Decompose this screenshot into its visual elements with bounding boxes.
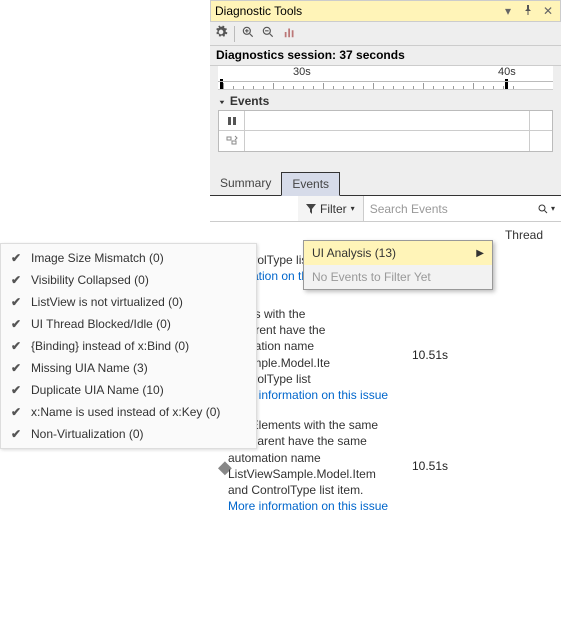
filter-menu: UI Analysis (13) ▶ No Events to Filter Y…	[303, 240, 493, 290]
search-button[interactable]: ▾	[531, 203, 561, 215]
analysis-item-label: Missing UIA Name (3)	[31, 361, 148, 375]
gear-icon[interactable]	[214, 25, 228, 42]
pin-icon[interactable]	[520, 4, 536, 18]
zoom-out-icon[interactable]	[261, 25, 275, 42]
filter-menu-ui-analysis[interactable]: UI Analysis (13) ▶	[304, 241, 492, 265]
column-thread: Thread	[505, 228, 543, 242]
analysis-check-item[interactable]: ✔Image Size Mismatch (0)	[1, 247, 256, 269]
chevron-right-icon: ▶	[476, 248, 484, 259]
analysis-item-label: Visibility Collapsed (0)	[31, 273, 149, 287]
filter-menu-no-events: No Events to Filter Yet	[304, 265, 492, 289]
check-icon: ✔	[11, 339, 31, 353]
diagnostic-tools-panel: Diagnostic Tools ▾ ✕ Diagnostics session…	[210, 0, 561, 620]
timeline-ruler[interactable]: 30s 40s /*ticks*/	[218, 66, 553, 90]
analysis-check-item[interactable]: ✔Visibility Collapsed (0)	[1, 269, 256, 291]
analysis-item-label: Duplicate UIA Name (10)	[31, 383, 164, 397]
events-track-icon[interactable]	[219, 131, 245, 151]
filter-icon	[306, 204, 316, 214]
search-input[interactable]: Search Events	[364, 202, 531, 216]
check-icon: ✔	[11, 427, 31, 441]
analysis-check-item[interactable]: ✔UI Thread Blocked/Idle (0)	[1, 313, 256, 335]
tab-summary[interactable]: Summary	[210, 172, 281, 195]
filter-label: Filter	[320, 202, 347, 216]
filter-button[interactable]: Filter ▾	[298, 196, 364, 221]
chevron-down-icon: ▾	[551, 204, 555, 213]
check-icon: ✔	[11, 383, 31, 397]
check-icon: ✔	[11, 361, 31, 375]
check-icon: ✔	[11, 317, 31, 331]
chart-icon[interactable]	[283, 25, 297, 42]
check-icon: ✔	[11, 273, 31, 287]
analysis-item-label: x:Name is used instead of x:Key (0)	[31, 405, 220, 419]
check-icon: ✔	[11, 251, 31, 265]
tab-events[interactable]: Events	[281, 172, 340, 196]
ruler-tick: 30s	[293, 66, 311, 78]
panel-title: Diagnostic Tools	[215, 4, 496, 18]
analysis-item-label: ListView is not virtualized (0)	[31, 295, 183, 309]
titlebar: Diagnostic Tools ▾ ✕	[210, 0, 561, 22]
tab-strip: Summary Events	[210, 172, 561, 196]
analysis-item-label: UI Thread Blocked/Idle (0)	[31, 317, 171, 331]
session-label: Diagnostics session: 37 seconds	[210, 46, 561, 66]
ruler-tick: 40s	[498, 66, 516, 78]
dropdown-icon[interactable]: ▾	[500, 4, 516, 18]
analysis-item-label: {Binding} instead of x:Bind (0)	[31, 339, 189, 353]
analysis-check-item[interactable]: ✔Duplicate UIA Name (10)	[1, 379, 256, 401]
analysis-item-label: Image Size Mismatch (0)	[31, 251, 164, 265]
analysis-check-item[interactable]: ✔Non-Virtualization (0)	[1, 423, 256, 445]
diamond-icon: ◆	[218, 457, 228, 514]
pause-icon[interactable]	[219, 111, 245, 130]
events-section-header[interactable]: Events	[218, 94, 553, 108]
analysis-submenu: ✔Image Size Mismatch (0)✔Visibility Coll…	[0, 243, 257, 449]
analysis-check-item[interactable]: ✔x:Name is used instead of x:Key (0)	[1, 401, 256, 423]
analysis-check-item[interactable]: ✔Missing UIA Name (3)	[1, 357, 256, 379]
check-icon: ✔	[11, 405, 31, 419]
close-icon[interactable]: ✕	[540, 4, 556, 18]
analysis-item-label: Non-Virtualization (0)	[31, 427, 144, 441]
chevron-down-icon: ▾	[351, 204, 355, 213]
analysis-check-item[interactable]: ✔ListView is not virtualized (0)	[1, 291, 256, 313]
check-icon: ✔	[11, 295, 31, 309]
analysis-check-item[interactable]: ✔{Binding} instead of x:Bind (0)	[1, 335, 256, 357]
zoom-in-icon[interactable]	[241, 25, 255, 42]
filter-bar: Filter ▾ Search Events ▾	[210, 196, 561, 222]
event-time: 10.51s	[412, 459, 448, 473]
more-info-link[interactable]: More information on this issue	[228, 499, 388, 513]
events-grid	[218, 110, 553, 152]
toolbar	[210, 22, 561, 46]
event-time: 10.51s	[412, 348, 448, 362]
